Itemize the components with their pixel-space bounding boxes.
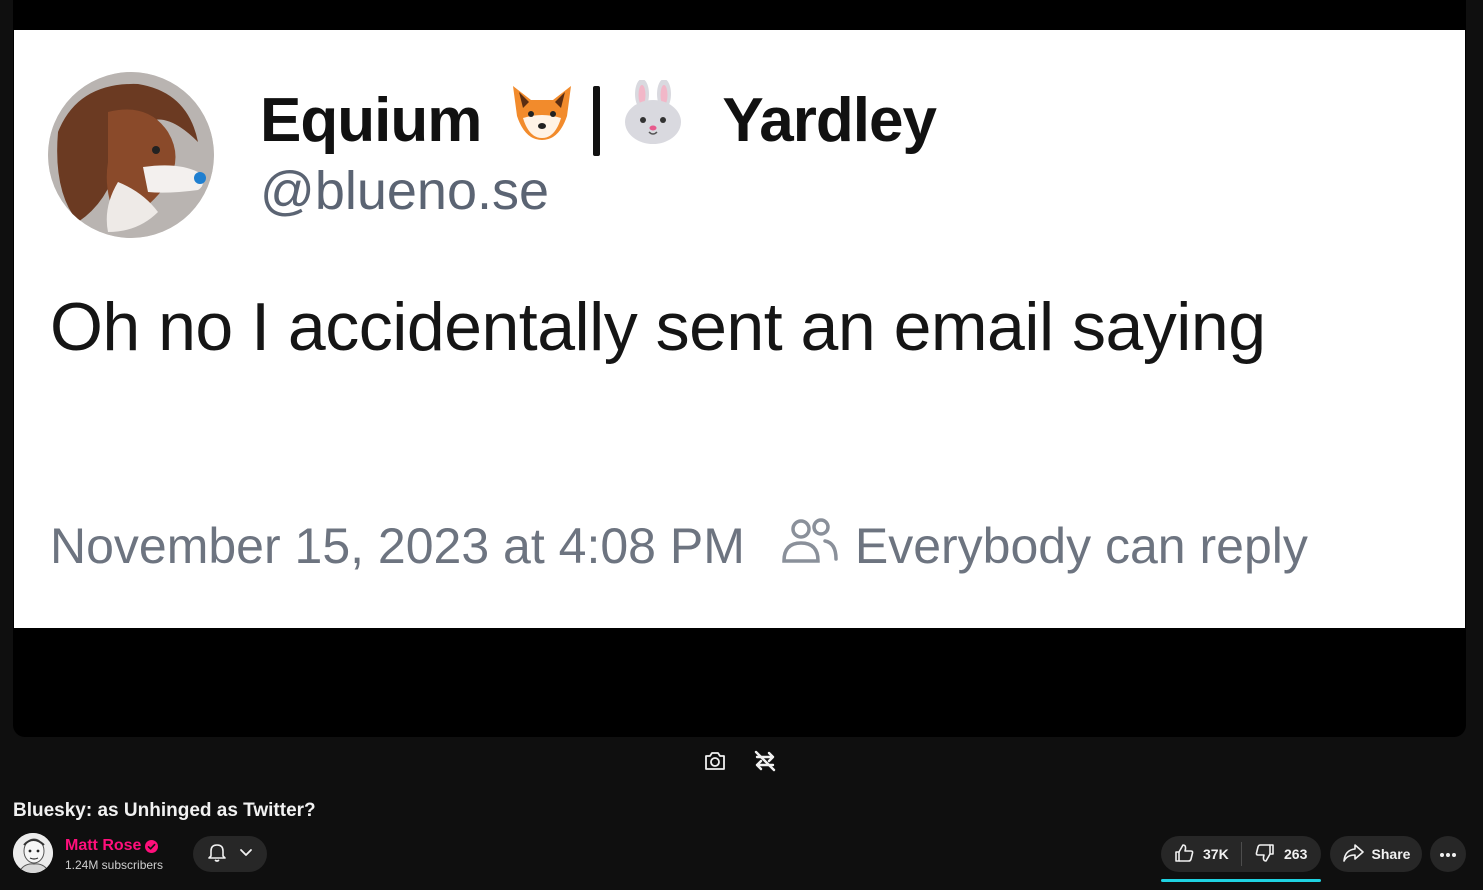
name-separator bbox=[593, 85, 601, 156]
subscriber-count: 1.24M subscribers bbox=[65, 858, 164, 872]
share-icon bbox=[1342, 843, 1364, 866]
channel-row: Matt Rose 1.24M subscribers 37K 263 Shar… bbox=[13, 833, 1470, 882]
loop-off-icon[interactable] bbox=[750, 746, 780, 776]
tweet-text: Oh no I accidentally sent an email sayin… bbox=[50, 289, 1266, 365]
tweet-meta: November 15, 2023 at 4:08 PM Everybody c… bbox=[50, 517, 1308, 575]
chevron-down-icon bbox=[238, 844, 254, 865]
player-extra-controls bbox=[700, 746, 780, 776]
video-title: Bluesky: as Unhinged as Twitter? bbox=[13, 800, 316, 821]
more-actions-button[interactable] bbox=[1430, 836, 1466, 872]
tweet-author-avatar bbox=[48, 72, 214, 238]
tweet-display-name: Equium Yardley bbox=[260, 79, 937, 161]
display-name-first: Equium bbox=[260, 86, 482, 155]
share-button[interactable]: Share bbox=[1330, 836, 1422, 872]
like-count: 37K bbox=[1203, 846, 1229, 862]
like-button[interactable]: 37K bbox=[1161, 836, 1241, 872]
dislike-button[interactable]: 263 bbox=[1242, 836, 1307, 872]
thumbs-up-icon bbox=[1173, 842, 1195, 867]
page-right-edge bbox=[1479, 0, 1483, 890]
video-player[interactable]: Equium Yardley @blueno.se Oh no I accide… bbox=[13, 0, 1466, 737]
camera-icon[interactable] bbox=[700, 746, 730, 776]
dislike-count: 263 bbox=[1284, 846, 1308, 862]
tweet-handle: @blueno.se bbox=[260, 161, 550, 221]
tweet-card: Equium Yardley @blueno.se Oh no I accide… bbox=[14, 30, 1465, 628]
reply-setting: Everybody can reply bbox=[854, 518, 1308, 574]
rabbit-face-emoji-icon bbox=[618, 79, 688, 161]
channel-avatar[interactable] bbox=[13, 833, 53, 873]
thumbs-down-icon bbox=[1254, 842, 1276, 867]
like-progress-underline bbox=[1161, 879, 1321, 882]
notification-bell-button[interactable] bbox=[193, 836, 267, 872]
verified-badge-icon bbox=[145, 839, 159, 853]
like-dislike-group: 37K 263 bbox=[1161, 836, 1321, 872]
fox-face-emoji-icon bbox=[509, 82, 575, 159]
bell-icon bbox=[206, 841, 228, 868]
people-icon bbox=[781, 517, 839, 575]
channel-name[interactable]: Matt Rose bbox=[65, 837, 159, 855]
tweet-timestamp: November 15, 2023 at 4:08 PM bbox=[50, 518, 745, 574]
display-name-second: Yardley bbox=[722, 86, 937, 155]
share-label: Share bbox=[1371, 846, 1411, 862]
more-horizontal-icon bbox=[1439, 845, 1457, 863]
channel-name-text: Matt Rose bbox=[65, 837, 142, 854]
